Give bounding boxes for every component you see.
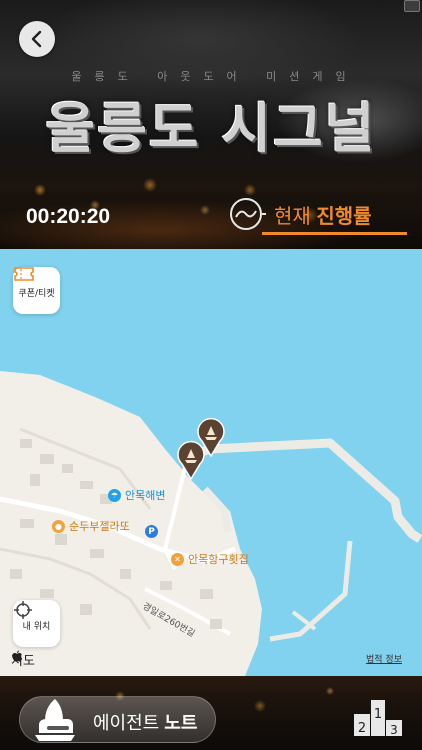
agent-note-prefix: 에이전트 bbox=[93, 713, 160, 733]
poi-gelato[interactable]: ● 순두부젤라또 bbox=[52, 518, 130, 534]
poi-beach[interactable]: ☂ 안목해변 bbox=[108, 487, 165, 503]
game-title: 울릉도 시그널 bbox=[45, 97, 377, 160]
legal-info-link[interactable]: 법적 정보 bbox=[366, 652, 402, 665]
parking-marker[interactable]: P bbox=[145, 525, 162, 538]
crosshair-icon bbox=[14, 601, 32, 619]
poi-gelato-label: 순두부젤라또 bbox=[69, 520, 130, 533]
poi-restaurant[interactable]: ✕ 안목항구횟집 bbox=[171, 551, 249, 567]
lightbulb-icon: ● bbox=[52, 519, 65, 533]
ticket-icon bbox=[14, 267, 34, 281]
coupon-ticket-button[interactable]: 쿠폰/티켓 bbox=[13, 267, 60, 314]
wave-icon bbox=[230, 198, 262, 230]
poi-restaurant-label: 안목항구횟집 bbox=[188, 553, 249, 566]
agent-ship-icon bbox=[35, 699, 75, 741]
poi-beach-label: 안목해변 bbox=[125, 489, 166, 502]
map-canvas bbox=[0, 371, 422, 676]
fork-knife-icon: ✕ bbox=[171, 552, 184, 566]
podium-icon: 2 1 3 bbox=[354, 700, 402, 737]
ship-pin-icon bbox=[177, 440, 205, 480]
svg-text:2: 2 bbox=[358, 721, 366, 736]
mission-pin[interactable] bbox=[176, 440, 206, 480]
agent-note-button[interactable]: 에이전트 노트 bbox=[19, 696, 216, 743]
progress-indicator[interactable]: 현재 진행률 bbox=[230, 198, 372, 230]
my-location-button[interactable]: 내 위치 bbox=[13, 600, 60, 647]
back-button[interactable] bbox=[19, 21, 55, 57]
progress-connector bbox=[262, 213, 266, 215]
progress-label-bold: 진행률 bbox=[316, 205, 372, 228]
agent-note-bold: 노트 bbox=[164, 713, 198, 733]
footer-bar: 에이전트 노트 2 1 3 bbox=[0, 676, 422, 750]
header-banner: 울릉도 아웃도어 미션게임 울릉도 시그널 00:20:20 현재 진행률 bbox=[0, 0, 422, 249]
agent-note-label: 에이전트 노트 bbox=[93, 709, 197, 735]
ranking-button[interactable]: 2 1 3 bbox=[352, 694, 404, 742]
elapsed-timer: 00:20:20 bbox=[26, 205, 111, 228]
status-indicator bbox=[404, 0, 420, 12]
chevron-left-icon bbox=[31, 30, 42, 48]
apple-logo-icon bbox=[12, 650, 23, 662]
parking-icon: P bbox=[145, 525, 158, 538]
progress-underline bbox=[262, 232, 407, 235]
map-view[interactable]: ☂ 안목해변 ● 순두부젤라또 P ✕ 안목항구횟집 경일로260번길 쿠폰/티… bbox=[0, 249, 422, 676]
maps-attribution: 지도 bbox=[11, 650, 35, 669]
game-subtitle: 울릉도 아웃도어 미션게임 bbox=[71, 70, 359, 83]
coupon-ticket-label: 쿠폰/티켓 bbox=[18, 288, 55, 299]
progress-prefix: 현재 bbox=[274, 205, 311, 228]
svg-text:1: 1 bbox=[374, 707, 382, 722]
my-location-label: 내 위치 bbox=[22, 621, 51, 632]
progress-label: 현재 진행률 bbox=[274, 200, 372, 229]
beach-umbrella-icon: ☂ bbox=[108, 488, 121, 502]
svg-text:3: 3 bbox=[390, 723, 398, 737]
